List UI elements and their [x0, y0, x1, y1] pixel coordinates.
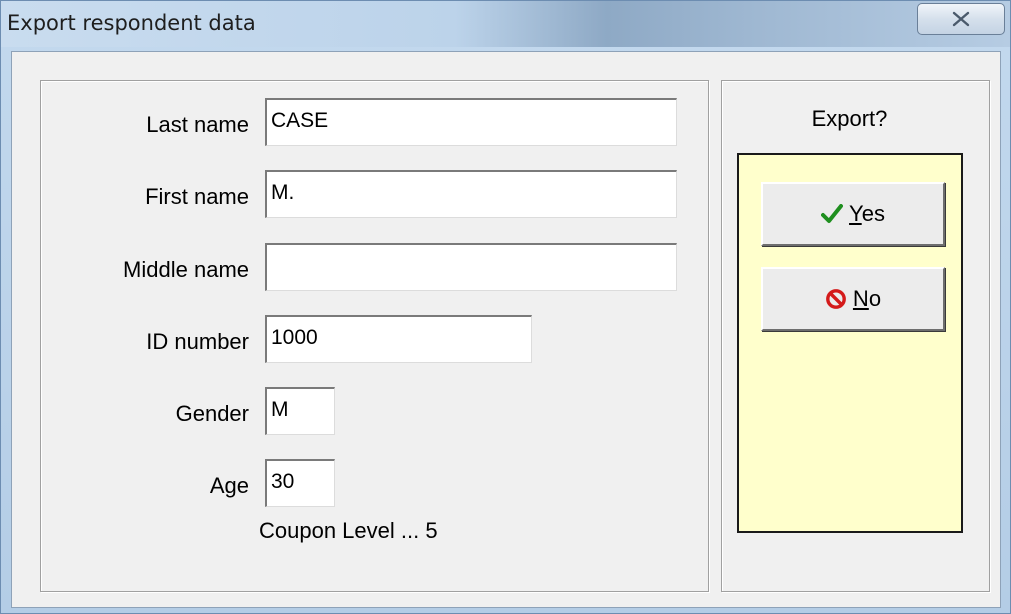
yes-button-label: Yes: [849, 201, 885, 227]
middle-name-label: Middle name: [123, 257, 249, 282]
no-entry-icon: [825, 288, 847, 310]
last-name-label: Last name: [146, 112, 249, 137]
export-prompt: Export?: [811, 106, 888, 131]
yes-button[interactable]: Yes: [761, 182, 945, 246]
yes-label-rest: es: [861, 201, 885, 226]
id-number-field[interactable]: 1000: [265, 315, 532, 363]
middle-name-field[interactable]: [265, 243, 677, 291]
gender-field[interactable]: M: [265, 387, 335, 435]
id-number-label: ID number: [146, 329, 249, 354]
close-button[interactable]: [917, 3, 1005, 35]
first-name-field[interactable]: M.: [265, 170, 677, 218]
gender-label: Gender: [175, 401, 249, 426]
yes-mnemonic: Y: [849, 201, 862, 226]
window-title: Export respondent data: [7, 11, 256, 35]
last-name-field[interactable]: CASE: [265, 98, 677, 146]
age-label: Age: [209, 473, 249, 498]
title-bar[interactable]: Export respondent data: [1, 1, 1010, 47]
no-label-rest: o: [868, 286, 882, 311]
checkmark-icon: [821, 204, 844, 224]
first-name-label: First name: [145, 184, 249, 209]
no-mnemonic: N: [852, 286, 869, 311]
no-button[interactable]: No: [761, 267, 945, 331]
close-icon: [952, 11, 970, 27]
dialog-window: Export respondent data Last name CASE Fi…: [0, 0, 1011, 614]
age-field[interactable]: 30: [265, 459, 335, 507]
coupon-level-text: Coupon Level ... 5: [259, 518, 438, 543]
no-button-label: No: [853, 286, 881, 312]
